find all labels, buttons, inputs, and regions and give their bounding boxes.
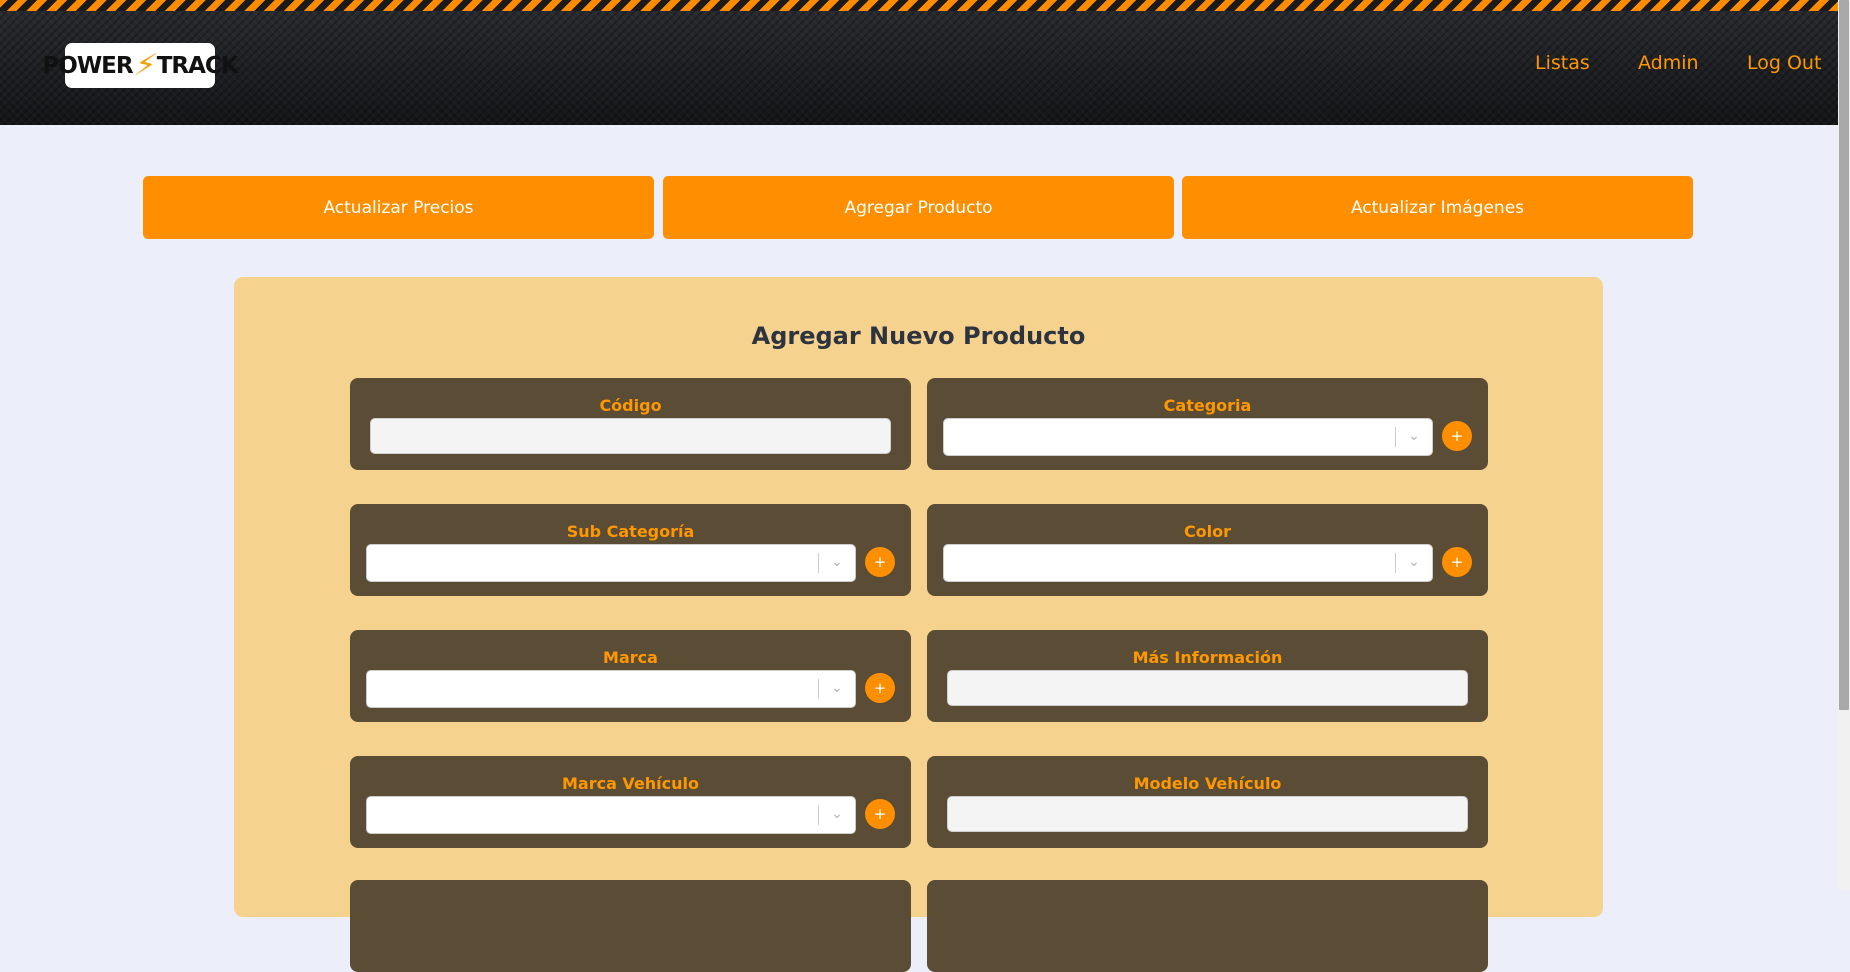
field-label: Código — [599, 396, 662, 415]
marca-select[interactable]: ⌄ — [366, 670, 856, 708]
add-color-button[interactable]: + — [1442, 547, 1472, 577]
chevron-down-icon[interactable]: ⌄ — [828, 804, 846, 824]
hazard-stripe — [0, 0, 1838, 11]
power-track-logo[interactable]: POWER ⚡ TRACK — [42, 43, 239, 88]
field-color: Color ⌄ + — [927, 504, 1488, 596]
form-title: Agregar Nuevo Producto — [751, 322, 1086, 350]
select-separator — [1395, 553, 1396, 573]
chevron-down-icon[interactable]: ⌄ — [828, 678, 846, 698]
logo-text-track: TRACK — [156, 52, 239, 79]
field-mas-informacion: Más Información — [927, 630, 1488, 722]
marca-vehiculo-select[interactable]: ⌄ — [366, 796, 856, 834]
chevron-down-icon[interactable]: ⌄ — [828, 552, 846, 572]
field-modelo-vehiculo: Modelo Vehículo — [927, 756, 1488, 848]
field-label: Modelo Vehículo — [1133, 774, 1282, 793]
actualizar-precios-button[interactable]: Actualizar Precios — [143, 176, 654, 239]
add-marca-vehiculo-button[interactable]: + — [865, 799, 895, 829]
field-label: Sub Categoría — [566, 522, 695, 541]
mas-informacion-input[interactable] — [947, 670, 1468, 706]
select-separator — [818, 805, 819, 825]
field-label: Más Información — [1132, 648, 1283, 667]
top-header: POWER ⚡ TRACK Listas Admin Log Out — [0, 0, 1838, 125]
actualizar-imagenes-button[interactable]: Actualizar Imágenes — [1182, 176, 1693, 239]
select-separator — [1395, 427, 1396, 447]
chevron-down-icon[interactable]: ⌄ — [1405, 552, 1423, 572]
add-sub-categoria-button[interactable]: + — [865, 547, 895, 577]
field-next-row-right — [927, 880, 1488, 972]
field-marca: Marca ⌄ + — [350, 630, 911, 722]
field-label: Marca Vehículo — [561, 774, 700, 793]
field-categoria: Categoria ⌄ + — [927, 378, 1488, 470]
field-sub-categoria: Sub Categoría ⌄ + — [350, 504, 911, 596]
sub-categoria-select[interactable]: ⌄ — [366, 544, 856, 582]
chevron-down-icon[interactable]: ⌄ — [1405, 426, 1423, 446]
categoria-select[interactable]: ⌄ — [943, 418, 1433, 456]
field-label: Categoria — [1163, 396, 1252, 415]
add-categoria-button[interactable]: + — [1442, 421, 1472, 451]
field-codigo: Código — [350, 378, 911, 470]
add-marca-button[interactable]: + — [865, 673, 895, 703]
vertical-scrollbar[interactable] — [1838, 0, 1850, 890]
nav-logout[interactable]: Log Out — [1747, 52, 1821, 74]
field-marca-vehiculo: Marca Vehículo ⌄ + — [350, 756, 911, 848]
agregar-producto-button[interactable]: Agregar Producto — [663, 176, 1174, 239]
modelo-vehiculo-input[interactable] — [947, 796, 1468, 832]
scrollbar-thumb[interactable] — [1839, 0, 1849, 710]
field-next-row-left — [350, 880, 911, 972]
codigo-input[interactable] — [370, 418, 891, 454]
lightning-bolt-icon: ⚡ — [130, 48, 159, 83]
field-label: Marca — [603, 648, 658, 667]
nav-listas[interactable]: Listas — [1535, 52, 1590, 74]
select-separator — [818, 679, 819, 699]
select-separator — [818, 553, 819, 573]
field-label: Color — [1183, 522, 1232, 541]
logo-text-power: POWER — [42, 52, 133, 79]
nav-admin[interactable]: Admin — [1638, 52, 1699, 74]
color-select[interactable]: ⌄ — [943, 544, 1433, 582]
